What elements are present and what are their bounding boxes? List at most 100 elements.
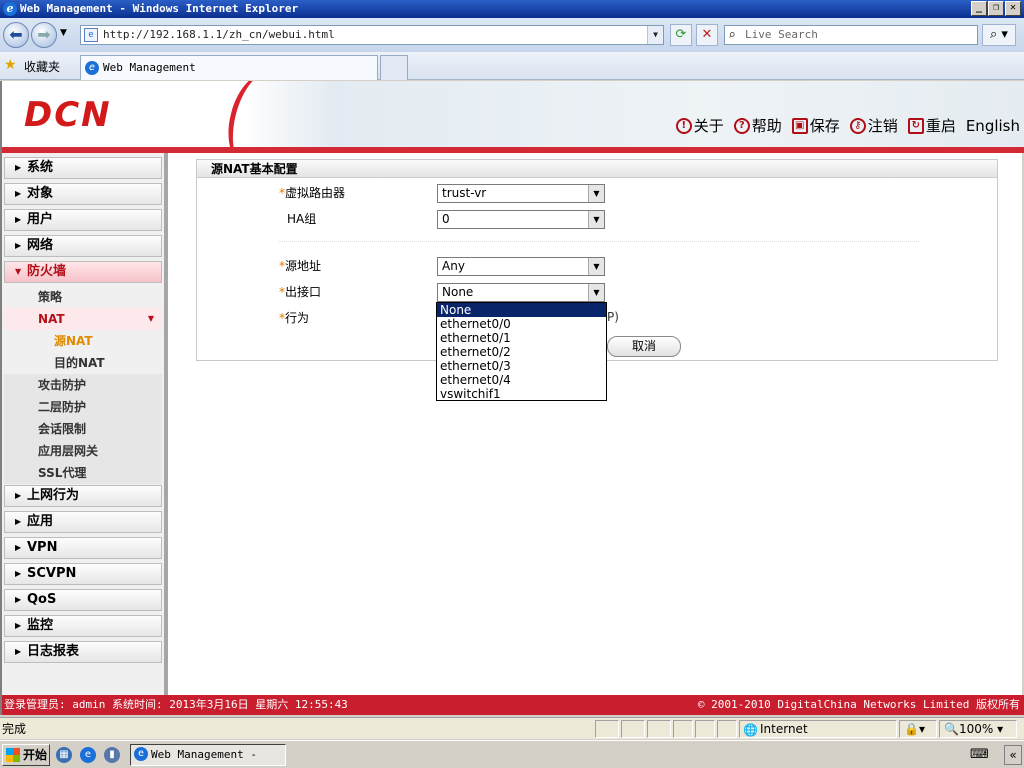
about-link[interactable]: ! 关于 — [675, 115, 724, 136]
collapse-arrow-icon: ▼ — [15, 267, 22, 276]
forward-button[interactable]: ➡ — [31, 22, 57, 48]
zone-label: Internet — [760, 722, 808, 736]
web-page: DCN ! 关于 ? 帮助 ▣ 保存 ⚷ 注销 ↻ 重启 English ▶ 系统 ▶ 对象 … — [0, 81, 1024, 715]
chevron-down-icon[interactable]: ▼ — [588, 284, 604, 301]
expand-arrow-icon: ▶ — [15, 517, 22, 526]
chevron-down-icon[interactable]: ▼ — [588, 185, 604, 202]
ha-select[interactable]: 0 ▼ — [437, 210, 605, 229]
sidebar-item-label: SSL代理 — [38, 466, 87, 480]
sidebar-item-session-limit[interactable]: 会话限制 — [4, 418, 162, 440]
action-label: *行为 — [279, 309, 309, 326]
sidebar-item-vpn[interactable]: ▶ VPN — [4, 537, 162, 559]
sidebar-item-label: 用户 — [27, 212, 54, 227]
sidebar-item-label: 攻击防护 — [38, 378, 87, 392]
sidebar-item-object[interactable]: ▶ 对象 — [4, 183, 162, 205]
dropdown-option[interactable]: ethernet0/3 — [437, 359, 606, 373]
login-info: 登录管理员: admin 系统时间: 2013年3月16日 星期六 12:55:… — [4, 698, 348, 711]
stop-icon[interactable]: ✕ — [696, 24, 718, 46]
sidebar-item-monitor[interactable]: ▶ 监控 — [4, 615, 162, 637]
sidebar-item-network[interactable]: ▶ 网络 — [4, 235, 162, 257]
source-address-label-text: 源地址 — [285, 259, 322, 273]
english-link[interactable]: English — [966, 115, 1020, 136]
dropdown-option[interactable]: ethernet0/4 — [437, 373, 606, 387]
logout-link[interactable]: ⚷ 注销 — [849, 115, 898, 136]
sidebar-item-web-behavior[interactable]: ▶ 上网行为 — [4, 485, 162, 507]
sidebar-item-destination-nat[interactable]: 目的NAT — [4, 352, 162, 374]
sidebar-item-qos[interactable]: ▶ QoS — [4, 589, 162, 611]
vr-label-text: 虚拟路由器 — [285, 186, 346, 200]
show-desktop-icon[interactable]: ▦ — [56, 747, 72, 763]
dropdown-option[interactable]: vswitchif1 — [437, 387, 606, 401]
keyboard-icon[interactable]: ⌨ — [970, 747, 989, 762]
action-label-text: 行为 — [285, 311, 310, 325]
expand-arrow-icon: ▶ — [15, 189, 22, 198]
sidebar-item-ssl-proxy[interactable]: SSL代理 — [4, 462, 162, 484]
favorites-bar: ★ 收藏夹 e Web Management — [0, 52, 1024, 80]
search-icon[interactable]: ⌕ ▾ — [982, 24, 1016, 46]
favorites-label[interactable]: 收藏夹 — [24, 58, 60, 75]
sidebar-item-firewall[interactable]: ▼ 防火墙 — [4, 261, 162, 283]
sidebar-item-application[interactable]: ▶ 应用 — [4, 511, 162, 533]
address-dropdown-icon[interactable]: ▼ — [647, 26, 663, 44]
close-window-button[interactable]: ✕ — [1005, 1, 1021, 16]
reboot-link[interactable]: ↻ 重启 — [907, 115, 956, 136]
search-input[interactable]: ⌕ Live Search — [724, 25, 978, 45]
refresh-icon[interactable]: ⟳ — [670, 24, 692, 46]
copyright: © 2001-2010 DigitalChina Networks Limite… — [697, 698, 1020, 711]
tray-expand-icon[interactable]: « — [1004, 745, 1022, 765]
sidebar-item-user[interactable]: ▶ 用户 — [4, 209, 162, 231]
expand-arrow-icon: ▶ — [15, 215, 22, 224]
windows-flag-icon — [6, 748, 20, 762]
ha-label: HA组 — [287, 212, 317, 226]
restore-button[interactable]: ❐ — [988, 1, 1004, 16]
header-swoosh — [218, 81, 302, 153]
sidebar-item-label: 策略 — [38, 290, 63, 304]
dropdown-option[interactable]: ethernet0/2 — [437, 345, 606, 359]
chevron-down-icon[interactable]: ▼ — [588, 211, 604, 228]
sidebar-item-attack-defense[interactable]: 攻击防护 — [4, 374, 162, 396]
sidebar-item-label: 目的NAT — [54, 356, 105, 370]
dropdown-option[interactable]: ethernet0/0 — [437, 317, 606, 331]
history-dropdown-icon[interactable]: ▼ — [60, 28, 67, 38]
sidebar-item-system[interactable]: ▶ 系统 — [4, 157, 162, 179]
sidebar-item-policy[interactable]: 策略 — [4, 286, 162, 308]
expand-arrow-icon: ▶ — [15, 595, 22, 604]
sidebar-item-log-report[interactable]: ▶ 日志报表 — [4, 641, 162, 663]
divider — [279, 241, 919, 242]
browser-tab[interactable]: e Web Management — [80, 55, 378, 80]
address-toolbar: ⬅ ➡ ▼ e http://192.168.1.1/zh_cn/webui.h… — [0, 18, 1024, 52]
new-tab-button[interactable] — [380, 55, 408, 80]
sidebar-item-label: 网络 — [27, 238, 54, 253]
help-link[interactable]: ? 帮助 — [733, 115, 782, 136]
zoom-control[interactable]: 🔍100% ▾ — [939, 720, 1017, 738]
page-icon: e — [84, 28, 98, 42]
info-icon: ! — [675, 117, 692, 134]
start-button[interactable]: 开始 — [2, 744, 50, 766]
address-bar[interactable]: e http://192.168.1.1/zh_cn/webui.html ▼ — [80, 25, 664, 45]
chevron-down-icon[interactable]: ▼ — [588, 258, 604, 275]
sidebar-item-source-nat[interactable]: 源NAT — [4, 330, 162, 352]
sidebar-item-alg[interactable]: 应用层网关 — [4, 440, 162, 462]
egress-interface-select[interactable]: None ▼ — [437, 283, 605, 302]
sidebar-item-label: VPN — [27, 540, 58, 555]
source-address-select[interactable]: Any ▼ — [437, 257, 605, 276]
dropdown-option[interactable]: ethernet0/1 — [437, 331, 606, 345]
save-link[interactable]: ▣ 保存 — [791, 115, 840, 136]
favorites-star-icon[interactable]: ★ — [4, 57, 17, 73]
minimize-button[interactable]: _ — [971, 1, 987, 16]
ie-quicklaunch-icon[interactable]: e — [80, 747, 96, 763]
taskbar-item-ie[interactable]: eWeb Management - Wi... — [130, 744, 286, 766]
sidebar-item-nat[interactable]: NAT ▼ — [4, 308, 162, 330]
back-button[interactable]: ⬅ — [3, 22, 29, 48]
sidebar-item-label: 源NAT — [54, 334, 93, 348]
dropdown-option[interactable]: None — [437, 303, 606, 317]
expand-arrow-icon: ▶ — [15, 569, 22, 578]
status-text: 完成 — [2, 722, 27, 736]
cancel-button[interactable]: 取消 — [607, 336, 681, 357]
protected-mode-icon[interactable]: 🔒▾ — [899, 720, 937, 738]
sidebar-item-scvpn[interactable]: ▶ SCVPN — [4, 563, 162, 585]
expand-arrow-icon: ▶ — [15, 543, 22, 552]
vr-select[interactable]: trust-vr ▼ — [437, 184, 605, 203]
quicklaunch-app-icon[interactable]: ▮ — [104, 747, 120, 763]
sidebar-item-l2-defense[interactable]: 二层防护 — [4, 396, 162, 418]
